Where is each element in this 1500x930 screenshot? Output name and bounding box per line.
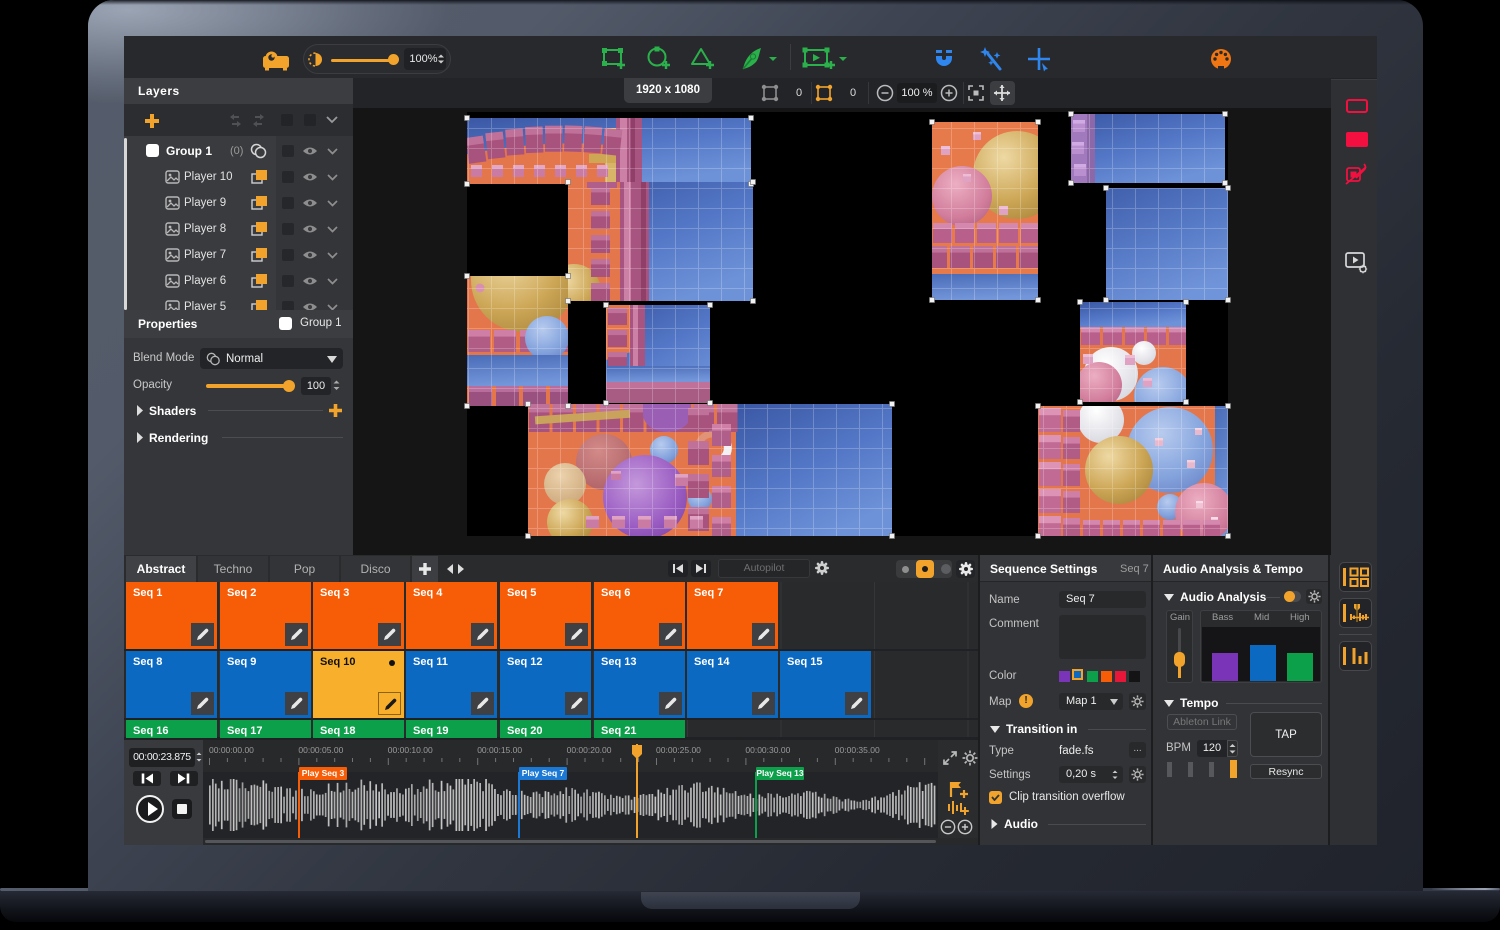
svg-text:00:00:25.00: 00:00:25.00: [656, 745, 701, 755]
svg-text:00:00:20.00: 00:00:20.00: [567, 745, 612, 755]
svg-text:00:00:00.00: 00:00:00.00: [209, 745, 254, 755]
svg-text:00:00:05.00: 00:00:05.00: [298, 745, 343, 755]
svg-text:00:00:30.00: 00:00:30.00: [745, 745, 790, 755]
svg-text:00:00:35.00: 00:00:35.00: [835, 745, 880, 755]
svg-text:00:00:10.00: 00:00:10.00: [388, 745, 433, 755]
svg-text:00:00:15.00: 00:00:15.00: [477, 745, 522, 755]
